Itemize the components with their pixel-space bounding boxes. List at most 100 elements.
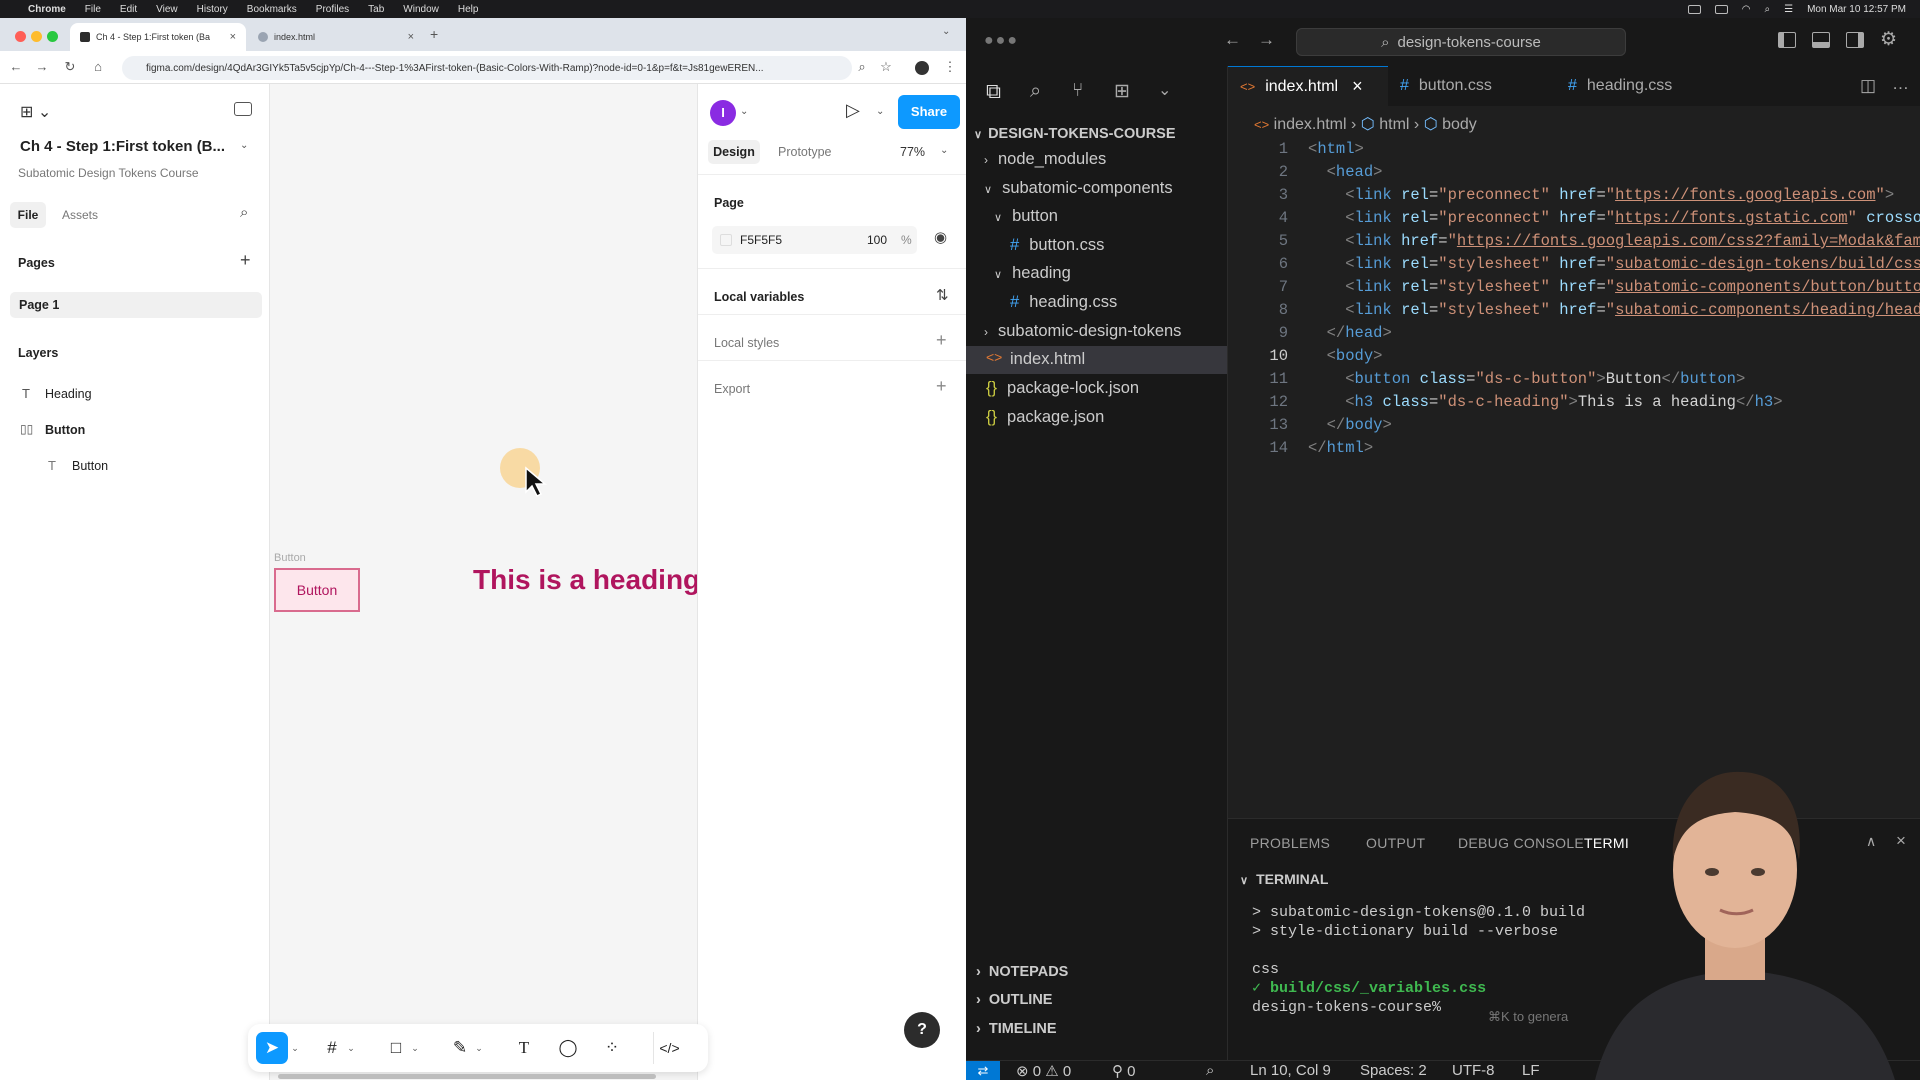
section-outline[interactable]: › OUTLINE <box>976 992 1052 1008</box>
zoom-level[interactable]: 77% <box>900 145 925 159</box>
tree-item[interactable]: ∨ subatomic-components <box>984 179 1173 198</box>
command-center-search[interactable]: ⌕ design-tokens-course <box>1296 28 1626 56</box>
forward-icon[interactable]: → <box>32 57 52 77</box>
menu-bookmarks[interactable]: Bookmarks <box>247 4 297 15</box>
menu-help[interactable]: Help <box>458 4 479 15</box>
cursor-position[interactable]: Ln 10, Col 9 <box>1250 1062 1331 1079</box>
screen-record-icon[interactable] <box>1687 4 1701 14</box>
more-actions-icon[interactable]: … <box>1892 74 1909 94</box>
menu-app-name[interactable]: Chrome <box>28 4 66 15</box>
chevron-down-icon[interactable]: ⌄ <box>288 1032 302 1064</box>
section-timeline[interactable]: › TIMELINE <box>976 1021 1057 1037</box>
panel-tab-problems[interactable]: PROBLEMS <box>1250 835 1330 851</box>
minimize-window-icon[interactable] <box>31 31 42 42</box>
remote-icon[interactable]: ⇄ <box>966 1061 1000 1080</box>
tab-prototype[interactable]: Prototype <box>778 145 832 159</box>
home-icon[interactable]: ⌂ <box>88 57 108 77</box>
editor-tab-heading-css[interactable]: # heading.css <box>1556 66 1724 106</box>
chevron-down-icon[interactable]: ⌄ <box>940 145 948 156</box>
problems-status[interactable]: ⊗ 0 ⚠ 0 <box>1016 1062 1071 1080</box>
tree-item[interactable]: # button.css <box>1010 236 1104 255</box>
search-icon[interactable]: ⌕ <box>240 204 248 221</box>
code-view[interactable]: 1 2 3 4 5 6 7 8 9 10 11 12 13 14 <html> … <box>1228 140 1920 460</box>
chrome-menu-icon[interactable]: ⋮ <box>940 57 960 77</box>
terminal-output[interactable]: > subatomic-design-tokens@0.1.0 build > … <box>1252 903 1585 1017</box>
tree-item[interactable]: {} package.json <box>986 408 1104 427</box>
zoom-icon[interactable]: ⌕ <box>852 57 872 77</box>
local-variables-heading[interactable]: Local variables <box>714 290 804 304</box>
tree-item[interactable]: ∨ button <box>994 207 1058 226</box>
maximize-window-icon[interactable] <box>47 31 58 42</box>
tree-item[interactable]: # heading.css <box>1010 293 1117 312</box>
text-tool-icon[interactable]: T <box>508 1032 540 1064</box>
ports-status[interactable]: ⚲ 0 <box>1112 1062 1136 1080</box>
frame-label[interactable]: Button <box>274 552 306 564</box>
add-export-icon[interactable]: + <box>936 376 947 397</box>
chevron-down-icon[interactable]: ⌄ <box>344 1032 358 1064</box>
menu-window[interactable]: Window <box>403 4 439 15</box>
tab-file[interactable]: File <box>10 202 46 228</box>
file-title[interactable]: Ch 4 - Step 1:First token (B... <box>20 138 225 155</box>
extensions-icon[interactable]: ⊞ <box>1114 80 1130 103</box>
avatar[interactable]: I <box>710 100 736 126</box>
section-notepads[interactable]: › NOTEPADS <box>976 964 1068 980</box>
toggle-sidebar-icon[interactable] <box>1778 32 1796 48</box>
layer-row[interactable]: T Button <box>18 456 258 478</box>
menu-view[interactable]: View <box>156 4 178 15</box>
chevron-down-icon[interactable]: ⌄ <box>472 1032 486 1064</box>
menu-history[interactable]: History <box>197 4 228 15</box>
search-icon[interactable]: ⌕ <box>1030 80 1041 103</box>
close-tab-icon[interactable]: × <box>1352 76 1363 97</box>
editor-tab-button-css[interactable]: # button.css <box>1388 66 1556 106</box>
menu-tab[interactable]: Tab <box>368 4 384 15</box>
explorer-root[interactable]: ∨ DESIGN-TOKENS-COURSE <box>974 126 1176 142</box>
breadcrumb-item[interactable]: html <box>1379 116 1409 133</box>
breadcrumb-item[interactable]: index.html <box>1274 116 1347 133</box>
forward-icon[interactable]: → <box>1258 30 1275 50</box>
help-button[interactable]: ? <box>904 1012 940 1048</box>
source-control-icon[interactable]: ⑂ <box>1072 80 1083 102</box>
actions-tool-icon[interactable]: ⁘ <box>596 1032 628 1064</box>
canvas-button[interactable]: Button <box>274 568 360 612</box>
explorer-icon[interactable]: ⧉ <box>986 80 1001 104</box>
tree-item[interactable]: ∨ heading <box>994 264 1071 283</box>
chevron-down-icon[interactable]: ⌄ <box>740 106 748 117</box>
menu-file[interactable]: File <box>85 4 101 15</box>
add-style-icon[interactable]: + <box>936 330 947 351</box>
horizontal-scrollbar[interactable] <box>278 1074 656 1079</box>
url-field[interactable]: figma.com/design/4QdAr3GIYk5Ta5v5cjpYp/C… <box>122 56 852 80</box>
back-icon[interactable]: ← <box>6 57 26 77</box>
breadcrumb-item[interactable]: body <box>1442 116 1477 133</box>
terminal-section[interactable]: ∨ TERMINAL <box>1240 871 1328 887</box>
tab-assets[interactable]: Assets <box>62 208 98 222</box>
share-button[interactable]: Share <box>898 95 960 129</box>
dev-mode-icon[interactable]: </> <box>653 1032 685 1064</box>
present-play-icon[interactable]: ▷ <box>846 100 860 121</box>
fill-hex[interactable]: F5F5F5 <box>740 233 782 247</box>
fill-opacity[interactable]: 100 <box>867 233 887 247</box>
bookmark-star-icon[interactable]: ☆ <box>876 57 896 77</box>
tree-item-selected[interactable]: <> index.html <box>966 346 1227 374</box>
browser-tab-index[interactable]: index.html × <box>248 23 424 51</box>
toggle-secondary-sidebar-icon[interactable] <box>1846 32 1864 48</box>
split-editor-icon[interactable]: ◫ <box>1860 76 1876 96</box>
page-fill-field[interactable]: F5F5F5 100 % <box>712 226 917 254</box>
more-views-chevron-icon[interactable]: ⌄ <box>1158 80 1171 100</box>
battery-icon[interactable] <box>1714 4 1728 14</box>
fill-swatch[interactable] <box>720 234 732 246</box>
editor-tab-index[interactable]: <> index.html × <box>1228 66 1388 106</box>
menu-edit[interactable]: Edit <box>120 4 137 15</box>
indentation[interactable]: Spaces: 2 <box>1360 1062 1427 1079</box>
menu-profiles[interactable]: Profiles <box>316 4 349 15</box>
spotlight-icon[interactable]: ⌕ <box>1764 4 1770 15</box>
wifi-icon[interactable]: ◠ <box>1742 4 1751 15</box>
eye-icon[interactable]: ◉ <box>934 228 947 246</box>
chevron-down-icon[interactable]: ⌄ <box>408 1032 422 1064</box>
reload-icon[interactable]: ↻ <box>60 57 80 77</box>
canvas-heading[interactable]: This is a heading <box>473 564 700 596</box>
layer-row[interactable]: ▯▯ Button <box>18 420 258 442</box>
move-tool-icon[interactable]: ➤ <box>256 1032 288 1064</box>
tree-item[interactable]: › node_modules <box>984 150 1106 169</box>
settings-gear-icon[interactable]: ⚙ <box>1880 28 1897 51</box>
panel-tab-output[interactable]: OUTPUT <box>1366 835 1425 851</box>
